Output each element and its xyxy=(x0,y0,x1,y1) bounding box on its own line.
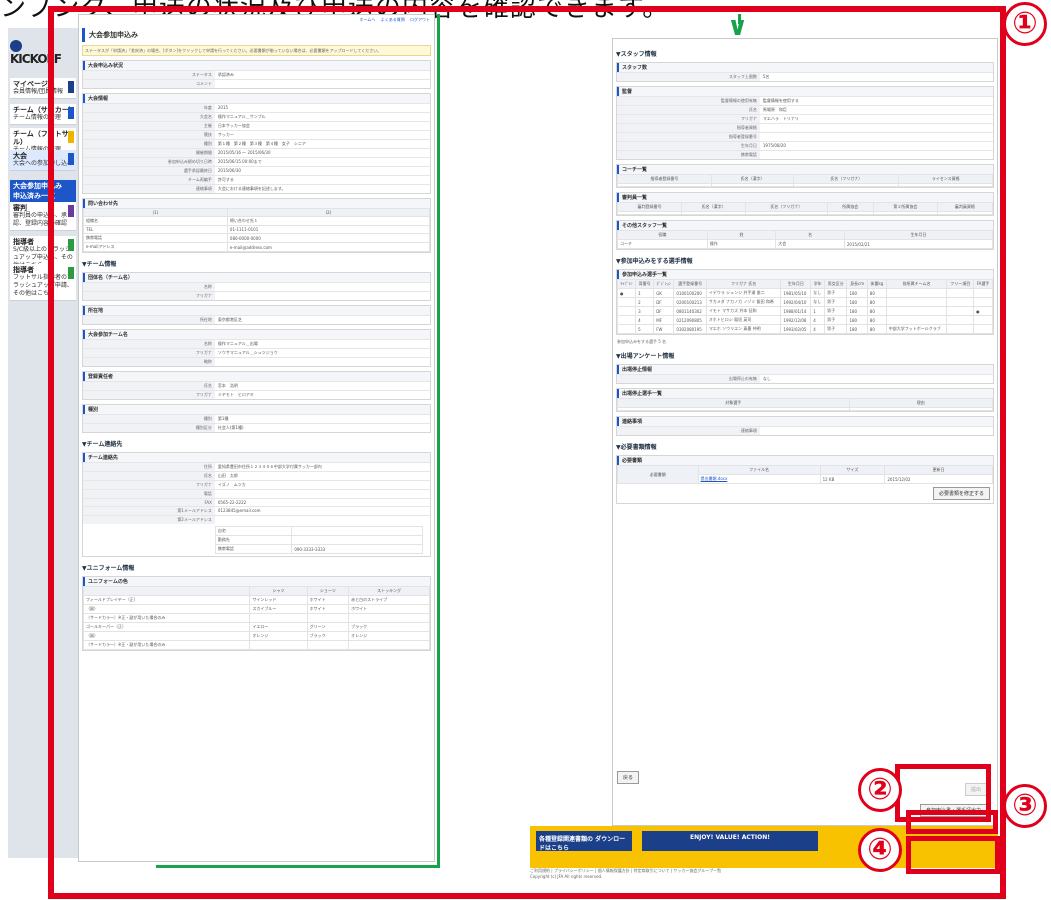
badge-2: ② xyxy=(858,768,902,812)
logo-icon xyxy=(10,39,22,52)
tutorial-screenshot: ンプンク、申送の状況及び申送の内容を確認できます。 KICKOFF マイページ会… xyxy=(0,0,1051,900)
badge-4: ④ xyxy=(858,828,902,872)
badge-1: ① xyxy=(1003,2,1047,46)
badge-3: ③ xyxy=(1003,784,1047,828)
down-arrow-icon: ∨ xyxy=(727,12,749,42)
highlight-3 xyxy=(906,810,998,834)
highlight-4 xyxy=(906,836,1000,874)
flow-line xyxy=(156,14,440,868)
